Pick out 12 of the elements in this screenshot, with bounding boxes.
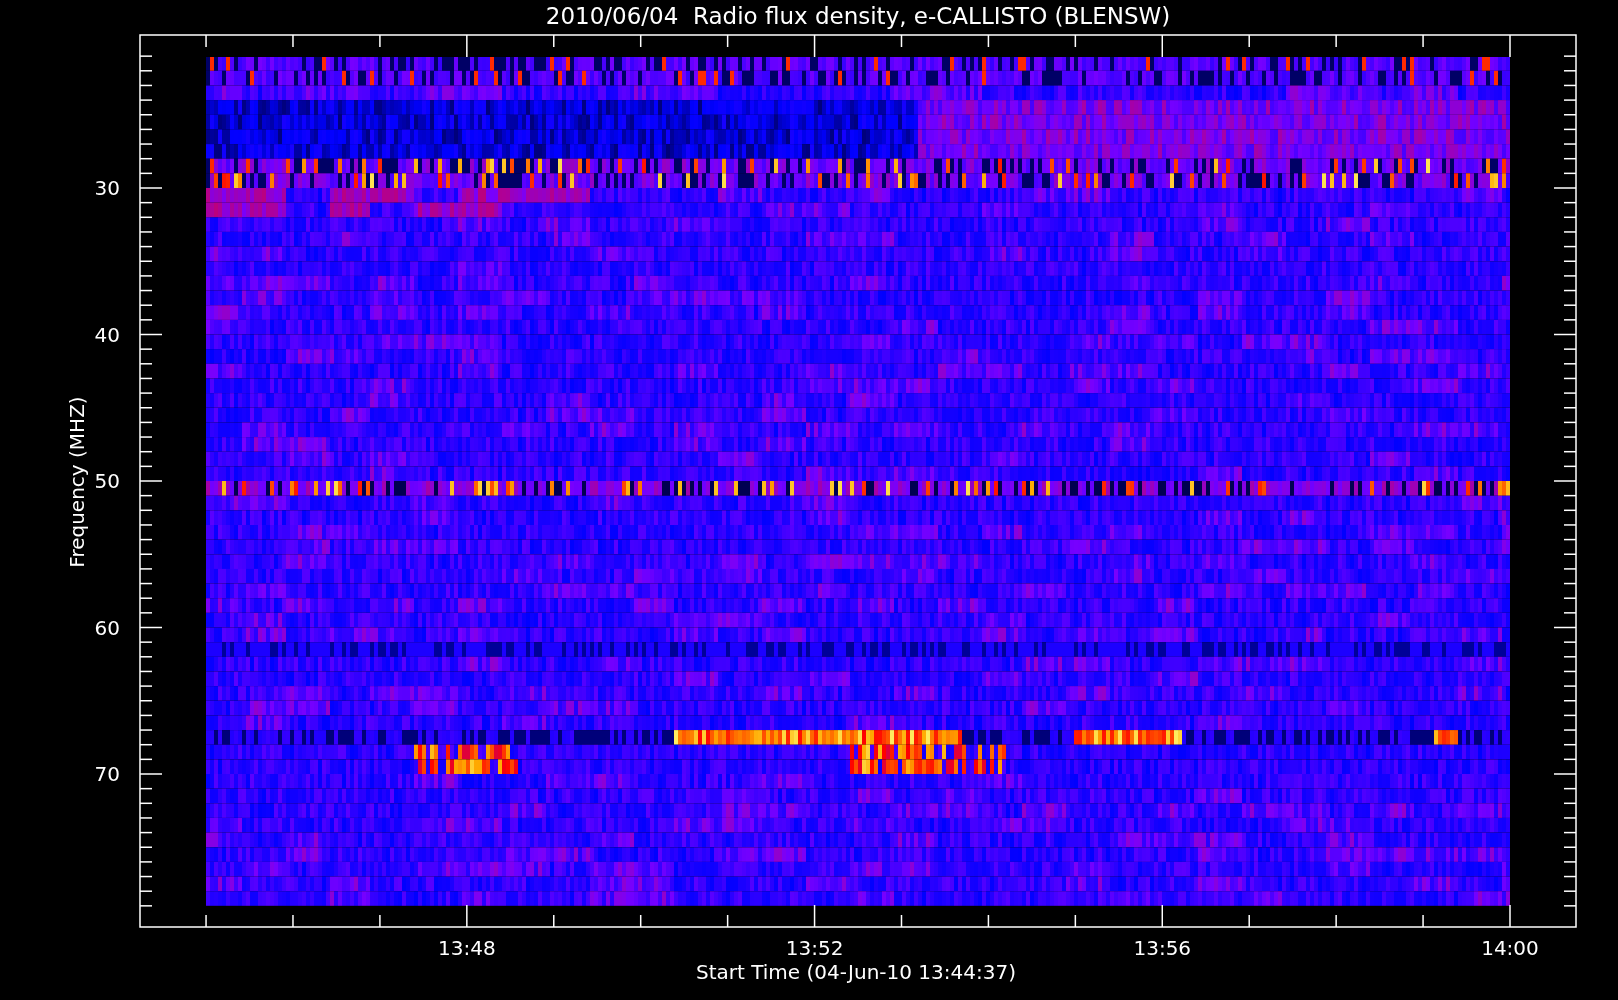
x-axis-label: Start Time (04-Jun-10 13:44:37) [696, 960, 1016, 984]
y-tick-label: 70 [94, 762, 120, 786]
x-tick-label: 14:00 [1481, 936, 1539, 960]
y-axis-label: Frequency (MHZ) [65, 396, 89, 568]
x-tick-label: 13:52 [785, 936, 844, 960]
x-tick-label: 13:56 [1133, 936, 1192, 960]
y-tick-label: 40 [94, 322, 120, 347]
x-tick-label: 13:48 [438, 936, 496, 960]
y-tick-label: 60 [94, 615, 120, 640]
chart-title: 2010/06/04 Radio flux density, e-CALLISTO (BLENSW) [545, 3, 1171, 29]
y-tick-label: 50 [94, 469, 120, 493]
y-tick-label: 30 [94, 176, 120, 200]
